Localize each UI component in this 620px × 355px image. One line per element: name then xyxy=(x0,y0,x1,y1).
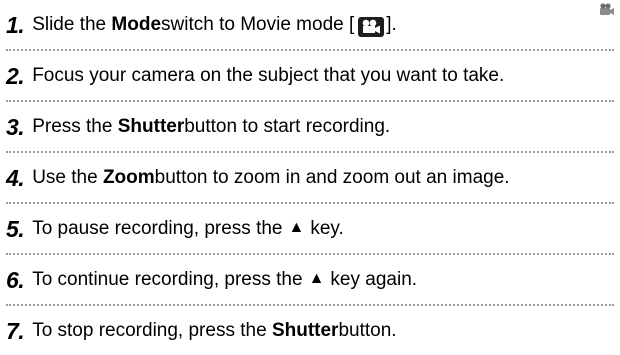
step-text: To stop recording, press the xyxy=(32,319,267,341)
step-text: button to start recording. xyxy=(184,115,391,137)
step-text: Slide the xyxy=(32,13,107,35)
step-number: 6. xyxy=(6,266,25,293)
step-3: 3. Press the Shutter button to start rec… xyxy=(6,102,614,151)
mode-switch-label: Mode xyxy=(111,13,162,35)
shutter-button-label: Shutter xyxy=(117,115,185,137)
up-key-icon: ▲ xyxy=(288,218,305,236)
step-number: 4. xyxy=(6,164,25,191)
step-text: key again. xyxy=(330,268,418,290)
step-text: To pause recording, press the xyxy=(32,217,283,239)
step-4: 4. Use the Zoom button to zoom in and zo… xyxy=(6,153,614,202)
up-key-icon: ▲ xyxy=(308,269,325,287)
step-number: 3. xyxy=(6,113,25,140)
step-text: switch to Movie mode [ xyxy=(161,13,355,35)
step-number: 5. xyxy=(6,215,25,242)
step-text: key. xyxy=(310,217,344,239)
zoom-button-label: Zoom xyxy=(102,166,155,188)
step-text: button to zoom in and zoom out an image. xyxy=(154,166,510,188)
step-6: 6. To continue recording, press the ▲ key … xyxy=(6,255,614,304)
step-text: ]. xyxy=(386,13,397,35)
step-2: 2. Focus your camera on the subject that… xyxy=(6,51,614,100)
step-5: 5. To pause recording, press the ▲ key. xyxy=(6,204,614,253)
shutter-button-label: Shutter xyxy=(271,319,339,341)
movie-camera-icon xyxy=(358,16,385,37)
step-text: button. xyxy=(338,319,397,341)
step-text: Use the xyxy=(32,166,98,188)
step-1: 1. Slide the Mode switch to Movie mode [… xyxy=(6,0,614,49)
instruction-steps: 1. Slide the Mode switch to Movie mode [… xyxy=(6,0,614,355)
step-number: 1. xyxy=(6,11,25,38)
step-text: To continue recording, press the xyxy=(32,268,303,290)
step-number: 7. xyxy=(6,317,25,344)
step-number: 2. xyxy=(6,62,25,89)
step-text: Focus your camera on the subject that yo… xyxy=(32,64,505,86)
step-7: 7. To stop recording, press the Shutter … xyxy=(6,306,614,355)
step-text: Press the xyxy=(32,115,113,137)
